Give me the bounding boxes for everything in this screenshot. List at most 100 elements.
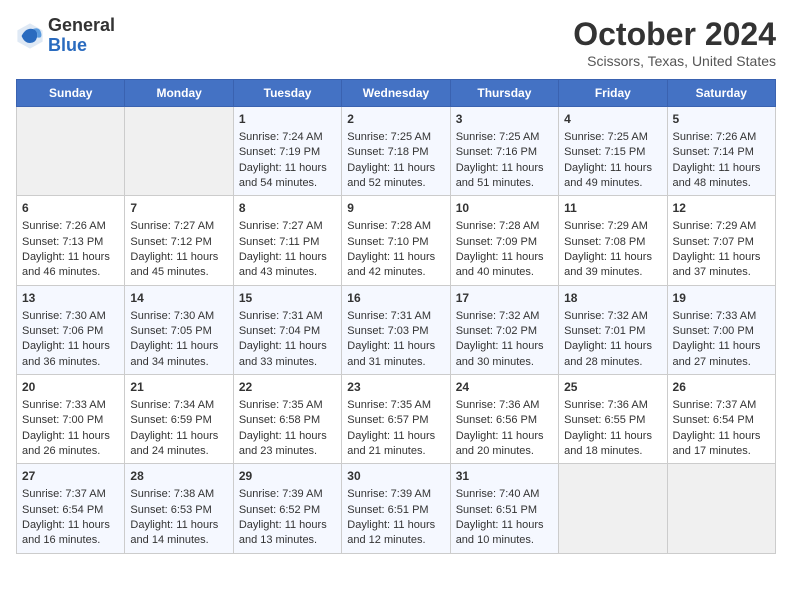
sunrise-text: Sunrise: 7:34 AM <box>130 398 227 413</box>
calendar-header: SundayMondayTuesdayWednesdayThursdayFrid… <box>17 80 776 107</box>
day-number: 12 <box>673 200 770 217</box>
sunset-text: Sunset: 7:01 PM <box>564 324 661 339</box>
day-number: 21 <box>130 379 227 396</box>
calendar-cell <box>17 107 125 196</box>
calendar-cell: 10Sunrise: 7:28 AMSunset: 7:09 PMDayligh… <box>450 196 558 285</box>
daylight-text: Daylight: 11 hours and 54 minutes. <box>239 161 336 192</box>
calendar-cell: 15Sunrise: 7:31 AMSunset: 7:04 PMDayligh… <box>233 285 341 374</box>
sunset-text: Sunset: 6:55 PM <box>564 413 661 428</box>
page-title: October 2024 <box>573 16 776 53</box>
sunrise-text: Sunrise: 7:40 AM <box>456 487 553 502</box>
daylight-text: Daylight: 11 hours and 30 minutes. <box>456 339 553 370</box>
day-number: 13 <box>22 290 119 307</box>
sunrise-text: Sunrise: 7:25 AM <box>456 130 553 145</box>
sunrise-text: Sunrise: 7:31 AM <box>239 309 336 324</box>
calendar-cell <box>667 464 775 553</box>
daylight-text: Daylight: 11 hours and 33 minutes. <box>239 339 336 370</box>
calendar-cell: 25Sunrise: 7:36 AMSunset: 6:55 PMDayligh… <box>559 375 667 464</box>
sunset-text: Sunset: 7:13 PM <box>22 235 119 250</box>
daylight-text: Daylight: 11 hours and 43 minutes. <box>239 250 336 281</box>
calendar-cell: 30Sunrise: 7:39 AMSunset: 6:51 PMDayligh… <box>342 464 450 553</box>
calendar-cell: 11Sunrise: 7:29 AMSunset: 7:08 PMDayligh… <box>559 196 667 285</box>
sunrise-text: Sunrise: 7:29 AM <box>673 219 770 234</box>
sunset-text: Sunset: 7:14 PM <box>673 145 770 160</box>
calendar-week-row: 27Sunrise: 7:37 AMSunset: 6:54 PMDayligh… <box>17 464 776 553</box>
calendar-cell: 6Sunrise: 7:26 AMSunset: 7:13 PMDaylight… <box>17 196 125 285</box>
sunset-text: Sunset: 6:53 PM <box>130 503 227 518</box>
day-of-week-header: Sunday <box>17 80 125 107</box>
daylight-text: Daylight: 11 hours and 31 minutes. <box>347 339 444 370</box>
day-number: 20 <box>22 379 119 396</box>
calendar-cell: 17 Sunrise: 7:32 AMSunset: 7:02 PMDayligh… <box>450 285 558 374</box>
sunset-text: Sunset: 6:54 PM <box>673 413 770 428</box>
calendar-cell: 2Sunrise: 7:25 AMSunset: 7:18 PMDaylight… <box>342 107 450 196</box>
daylight-text: Daylight: 11 hours and 42 minutes. <box>347 250 444 281</box>
sunrise-text: Sunrise: 7:33 AM <box>22 398 119 413</box>
sunrise-text: Sunrise: 7:25 AM <box>564 130 661 145</box>
sunrise-text: Sunrise: 7:32 AM <box>456 309 553 324</box>
calendar-cell <box>125 107 233 196</box>
sunset-text: Sunset: 7:16 PM <box>456 145 553 160</box>
daylight-text: Daylight: 11 hours and 16 minutes. <box>22 518 119 549</box>
calendar-week-row: 13Sunrise: 7:30 AMSunset: 7:06 PMDayligh… <box>17 285 776 374</box>
day-number: 14 <box>130 290 227 307</box>
day-number: 29 <box>239 468 336 485</box>
daylight-text: Daylight: 11 hours and 27 minutes. <box>673 339 770 370</box>
daylight-text: Daylight: 11 hours and 18 minutes. <box>564 429 661 460</box>
logo-icon <box>16 22 44 50</box>
sunset-text: Sunset: 6:59 PM <box>130 413 227 428</box>
day-number: 5 <box>673 111 770 128</box>
logo-text: General Blue <box>48 16 115 56</box>
calendar-cell: 4Sunrise: 7:25 AMSunset: 7:15 PMDaylight… <box>559 107 667 196</box>
day-number: 1 <box>239 111 336 128</box>
sunset-text: Sunset: 6:52 PM <box>239 503 336 518</box>
daylight-text: Daylight: 11 hours and 40 minutes. <box>456 250 553 281</box>
logo: General Blue <box>16 16 115 56</box>
sunset-text: Sunset: 7:12 PM <box>130 235 227 250</box>
daylight-text: Daylight: 11 hours and 12 minutes. <box>347 518 444 549</box>
day-number: 24 <box>456 379 553 396</box>
day-number: 17 <box>456 290 553 307</box>
daylight-text: Daylight: 11 hours and 26 minutes. <box>22 429 119 460</box>
daylight-text: Daylight: 11 hours and 39 minutes. <box>564 250 661 281</box>
days-of-week-row: SundayMondayTuesdayWednesdayThursdayFrid… <box>17 80 776 107</box>
day-number: 18 <box>564 290 661 307</box>
day-number: 19 <box>673 290 770 307</box>
calendar-cell: 13Sunrise: 7:30 AMSunset: 7:06 PMDayligh… <box>17 285 125 374</box>
calendar-week-row: 20Sunrise: 7:33 AMSunset: 7:00 PMDayligh… <box>17 375 776 464</box>
sunrise-text: Sunrise: 7:35 AM <box>239 398 336 413</box>
daylight-text: Daylight: 11 hours and 37 minutes. <box>673 250 770 281</box>
calendar-cell: 20Sunrise: 7:33 AMSunset: 7:00 PMDayligh… <box>17 375 125 464</box>
day-number: 8 <box>239 200 336 217</box>
sunrise-text: Sunrise: 7:27 AM <box>130 219 227 234</box>
day-number: 3 <box>456 111 553 128</box>
daylight-text: Daylight: 11 hours and 51 minutes. <box>456 161 553 192</box>
sunrise-text: Sunrise: 7:28 AM <box>347 219 444 234</box>
day-number: 25 <box>564 379 661 396</box>
sunset-text: Sunset: 7:19 PM <box>239 145 336 160</box>
page-header: General Blue October 2024 Scissors, Texa… <box>16 16 776 69</box>
sunset-text: Sunset: 6:58 PM <box>239 413 336 428</box>
day-number: 27 <box>22 468 119 485</box>
day-number: 6 <box>22 200 119 217</box>
daylight-text: Daylight: 11 hours and 23 minutes. <box>239 429 336 460</box>
sunrise-text: Sunrise: 7:36 AM <box>456 398 553 413</box>
sunrise-text: Sunrise: 7:30 AM <box>130 309 227 324</box>
calendar-cell <box>559 464 667 553</box>
day-number: 9 <box>347 200 444 217</box>
sunrise-text: Sunrise: 7:26 AM <box>22 219 119 234</box>
calendar-cell: 3 Sunrise: 7:25 AMSunset: 7:16 PMDaylight… <box>450 107 558 196</box>
sunrise-text: Sunrise: 7:28 AM <box>456 219 553 234</box>
day-number: 2 <box>347 111 444 128</box>
sunset-text: Sunset: 7:10 PM <box>347 235 444 250</box>
day-number: 23 <box>347 379 444 396</box>
day-number: 11 <box>564 200 661 217</box>
sunrise-text: Sunrise: 7:30 AM <box>22 309 119 324</box>
sunrise-text: Sunrise: 7:39 AM <box>347 487 444 502</box>
day-number: 16 <box>347 290 444 307</box>
day-number: 15 <box>239 290 336 307</box>
sunrise-text: Sunrise: 7:32 AM <box>564 309 661 324</box>
daylight-text: Daylight: 11 hours and 36 minutes. <box>22 339 119 370</box>
sunset-text: Sunset: 7:02 PM <box>456 324 553 339</box>
sunset-text: Sunset: 6:54 PM <box>22 503 119 518</box>
